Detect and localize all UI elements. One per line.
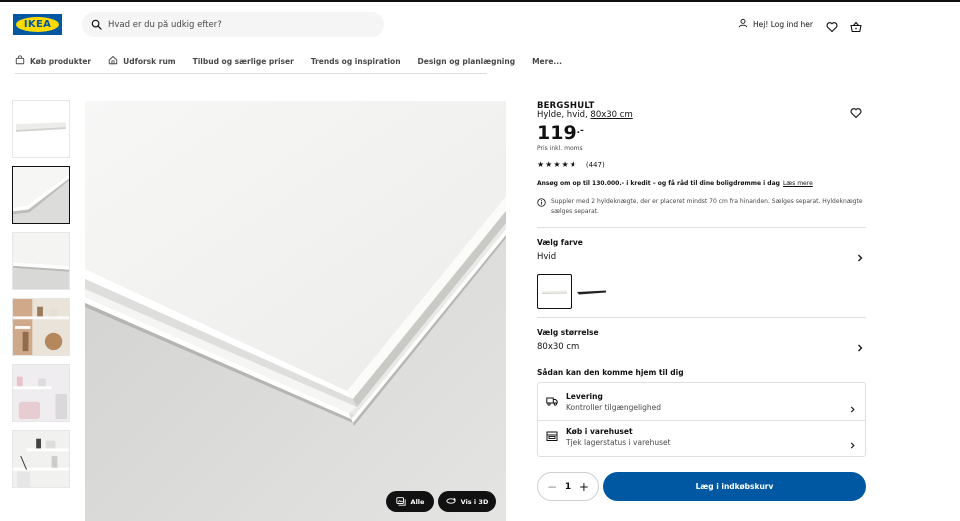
- product-type: Hylde, hvid,: [537, 110, 588, 120]
- nav-label: Udforsk rum: [123, 56, 176, 66]
- nav-label: Trends og inspiration: [310, 56, 401, 66]
- add-to-cart-button[interactable]: Læg i indkøbskurv: [603, 472, 866, 501]
- star-full-icon: ★: [561, 160, 569, 169]
- nav-item-rooms[interactable]: Udforsk rum: [108, 55, 176, 67]
- chevron-right-icon: [849, 398, 856, 413]
- delivery-subtitle: Kontroller tilgængelighed: [566, 403, 662, 412]
- store-icon: [546, 427, 558, 441]
- product-description: Hylde, hvid, 80x30 cm: [537, 110, 633, 120]
- truck-icon: [546, 392, 558, 406]
- rating[interactable]: ★ ★ ★ ★ ★ (447): [537, 160, 605, 170]
- product-price: 119.-: [537, 122, 584, 144]
- view-all-button[interactable]: Alle: [386, 491, 434, 512]
- delivery-options: Levering Kontroller tilgængelighed Køb i…: [537, 382, 866, 457]
- gallery-icon: [395, 496, 406, 508]
- product-size-link[interactable]: 80x30 cm: [590, 110, 632, 120]
- nav-item-offers[interactable]: Tilbud og særlige priser: [193, 57, 294, 66]
- home-icon: [108, 55, 118, 67]
- credit-text: Ansøg om op til 130.000.- i kredit – og …: [537, 180, 780, 187]
- size-label: Vælg størrelse: [537, 328, 599, 337]
- color-value: Hvid: [537, 252, 557, 262]
- size-value: 80x30 cm: [537, 342, 580, 352]
- credit-offer: Ansøg om op til 130.000.- i kredit – og …: [537, 180, 813, 187]
- gallery-thumbnail-selected[interactable]: [12, 166, 70, 224]
- main-nav: Køb produkter Udforsk rum Tilbud og særl…: [15, 55, 579, 67]
- color-swatch-black[interactable]: [574, 274, 609, 309]
- nav-label: Køb produkter: [30, 56, 92, 66]
- star-full-icon: ★: [545, 160, 553, 169]
- gallery-thumbnail[interactable]: [12, 430, 70, 488]
- delivery-option[interactable]: Køb i varehuset Tjek lagerstatus i vareh…: [538, 421, 867, 458]
- view-3d-label: Vis i 3D: [460, 497, 489, 506]
- nav-item-trends[interactable]: Trends og inspiration: [311, 57, 401, 66]
- nav-divider: [15, 73, 487, 74]
- delivery-title: Levering: [566, 392, 603, 401]
- top-border: [0, 0, 960, 2]
- info-icon: [537, 197, 546, 216]
- gallery-thumbnail[interactable]: [12, 232, 70, 290]
- nav-label: Mere...: [532, 56, 562, 66]
- product-main-image[interactable]: [85, 101, 506, 521]
- nav-item-design[interactable]: Design og planlægning: [418, 57, 516, 66]
- delivery-option[interactable]: Levering Kontroller tilgængelighed: [538, 383, 867, 420]
- search-bar[interactable]: [82, 12, 384, 37]
- quantity-value: 1: [564, 481, 572, 492]
- view-all-label: Alle: [410, 497, 425, 506]
- delivery-heading: Sådan kan den komme hjem til dig: [537, 368, 684, 377]
- basket-icon[interactable]: [850, 18, 862, 33]
- divider: [537, 317, 866, 318]
- delivery-title: Køb i varehuset: [566, 427, 633, 436]
- favourites-icon[interactable]: [826, 18, 838, 33]
- delivery-subtitle: Tjek lagerstatus i varehuset: [566, 438, 671, 447]
- view-3d-button[interactable]: Vis i 3D: [438, 491, 496, 512]
- quantity-minus-button[interactable]: −: [547, 481, 557, 493]
- read-more-link[interactable]: Læs mere: [783, 180, 813, 187]
- add-to-favourites-icon[interactable]: [850, 104, 862, 119]
- shop-icon: [15, 55, 25, 67]
- search-icon: [91, 15, 102, 34]
- price-note: Pris inkl. moms: [537, 145, 583, 152]
- nav-label: Tilbud og særlige priser: [192, 56, 294, 66]
- info-note: Suppler med 2 hyldeknægte, der er placer…: [537, 197, 867, 216]
- logo-text: IKEA: [23, 19, 52, 30]
- nav-item-more[interactable]: Mere...: [532, 57, 562, 66]
- color-swatch-white[interactable]: [537, 274, 572, 309]
- gallery-thumbnail[interactable]: [12, 298, 70, 356]
- info-note-text: Suppler med 2 hyldeknægte, der er placer…: [551, 198, 863, 215]
- quantity-stepper[interactable]: − 1 +: [537, 472, 599, 501]
- divider: [537, 227, 866, 228]
- search-input[interactable]: [108, 19, 368, 30]
- star-half-icon: ★: [569, 160, 577, 169]
- quantity-plus-button[interactable]: +: [579, 481, 589, 493]
- nav-item-products[interactable]: Køb produkter: [15, 55, 91, 67]
- review-count: (447): [585, 161, 605, 169]
- user-icon: [738, 18, 748, 30]
- chevron-right-icon: [849, 434, 856, 449]
- gallery-thumbnail[interactable]: [12, 100, 70, 158]
- color-chevron-icon[interactable]: [856, 247, 864, 262]
- login-link[interactable]: Hej! Log ind her: [738, 18, 813, 30]
- nav-label: Design og planlægning: [417, 56, 516, 66]
- size-chevron-icon[interactable]: [856, 337, 864, 352]
- ikea-logo[interactable]: IKEA: [13, 14, 62, 35]
- color-label: Vælg farve: [537, 238, 583, 247]
- star-full-icon: ★: [537, 160, 545, 169]
- price-main: 119: [537, 122, 577, 144]
- gallery-thumbnail[interactable]: [12, 364, 70, 422]
- price-suffix: .-: [576, 126, 584, 136]
- login-label: Hej! Log ind her: [753, 19, 813, 29]
- 3d-icon: [446, 496, 456, 508]
- add-to-cart-label: Læg i indkøbskurv: [695, 482, 774, 491]
- star-full-icon: ★: [553, 160, 561, 169]
